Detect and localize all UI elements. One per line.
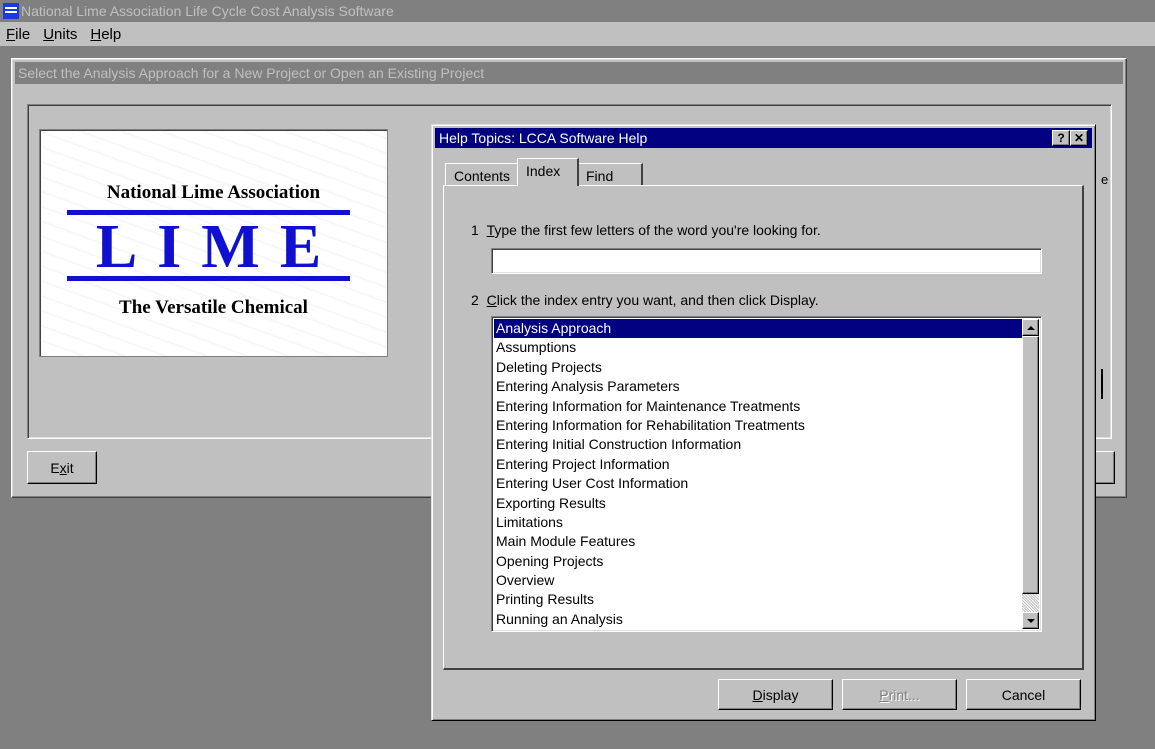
help-title: Help Topics: LCCA Software Help: [439, 130, 648, 146]
index-entry[interactable]: Analysis Approach: [494, 319, 1022, 339]
scroll-up-arrow-icon[interactable]: [1022, 319, 1039, 336]
obscured-text: e: [1101, 172, 1109, 187]
menu-help[interactable]: Help: [84, 26, 128, 43]
menu-bar: File Units Help: [0, 22, 1155, 47]
scroll-down-arrow-icon[interactable]: [1022, 612, 1039, 629]
help-topics-dialog: Help Topics: LCCA Software Help ? ✕ Cont…: [431, 124, 1096, 721]
index-entry[interactable]: Entering Analysis Parameters: [494, 377, 1022, 396]
tab-contents[interactable]: Contents: [445, 163, 519, 185]
logo-word: LIME: [95, 213, 342, 281]
index-scrollbar[interactable]: [1022, 319, 1039, 629]
display-button[interactable]: Display: [718, 679, 833, 710]
index-entry[interactable]: Entering User Cost Information: [494, 474, 1022, 493]
exit-button[interactable]: Ex it: [27, 451, 97, 484]
index-entry[interactable]: Assumptions: [494, 338, 1022, 357]
index-entry[interactable]: Main Module Features: [494, 532, 1022, 551]
close-icon: ✕: [1073, 131, 1085, 145]
help-title-bar: Help Topics: LCCA Software Help ? ✕: [435, 128, 1092, 148]
dialog-title-bar: Select the Analysis Approach for a New P…: [15, 62, 1123, 84]
index-entry[interactable]: Running an Analysis: [494, 610, 1022, 629]
index-tab-panel: 1 Type the first few letters of the word…: [443, 185, 1084, 670]
print-button[interactable]: Print...: [842, 679, 957, 710]
index-entry[interactable]: Printing Results: [494, 590, 1022, 609]
close-button[interactable]: ✕: [1070, 130, 1088, 146]
menu-file[interactable]: File: [0, 26, 37, 43]
logo-organization: National Lime Association: [106, 182, 321, 203]
app-title: National Lime Association Life Cycle Cos…: [21, 3, 394, 19]
index-entry[interactable]: Entering Information for Maintenance Tre…: [494, 397, 1022, 416]
index-entry[interactable]: Opening Projects: [494, 552, 1022, 571]
dialog-title: Select the Analysis Approach for a New P…: [18, 65, 485, 81]
lime-logo: National Lime Association LIME The Versa…: [39, 129, 388, 357]
app-title-bar: National Lime Association Life Cycle Cos…: [0, 0, 1155, 22]
index-entry[interactable]: Entering Initial Construction Informatio…: [494, 435, 1022, 454]
tab-index[interactable]: Index: [517, 158, 579, 186]
index-entry-list[interactable]: Analysis Approach Assumptions Deleting Pro…: [491, 316, 1042, 632]
index-entries: Analysis Approach Assumptions Deleting Pro…: [494, 319, 1022, 629]
index-entry[interactable]: Entering Project Information: [494, 455, 1022, 474]
context-help-button[interactable]: ?: [1052, 130, 1070, 146]
index-entry[interactable]: Exporting Results: [494, 494, 1022, 513]
cancel-button[interactable]: Cancel: [966, 679, 1081, 710]
index-entry[interactable]: Overview: [494, 571, 1022, 590]
obscured-control: [1095, 369, 1103, 399]
index-entry[interactable]: Entering Information for Rehabilitation …: [494, 416, 1022, 435]
menu-units[interactable]: Units: [37, 26, 84, 43]
index-search-input[interactable]: [491, 248, 1042, 274]
logo-rule-bottom: [67, 276, 350, 281]
scrollbar-thumb[interactable]: [1022, 336, 1039, 594]
step1-label: 1 Type the first few letters of the word…: [471, 222, 821, 238]
step2-label: 2 Click the index entry you want, and th…: [471, 292, 819, 308]
index-entry[interactable]: Limitations: [494, 513, 1022, 532]
tab-find[interactable]: Find: [577, 163, 643, 185]
index-entry[interactable]: Deleting Projects: [494, 358, 1022, 377]
app-icon[interactable]: [3, 3, 19, 19]
logo-tagline: The Versatile Chemical: [119, 297, 308, 318]
